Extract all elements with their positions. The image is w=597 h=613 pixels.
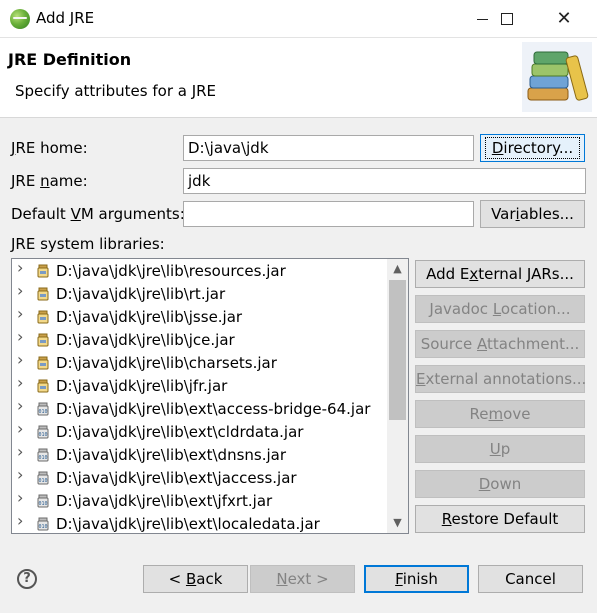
chevron-right-icon[interactable]: › [17,467,23,483]
jre-home-field[interactable]: D:\java\jdk [183,135,474,161]
jre-name-label: JRE name: [11,172,88,190]
chevron-right-icon[interactable]: › [17,421,23,437]
chevron-right-icon[interactable]: › [17,490,23,506]
jar-icon [37,264,49,278]
library-row[interactable]: › D:\java\jdk\jre\lib\jfr.jar [12,375,386,398]
title-bar: Add JRE ✕ [0,0,597,38]
jre-name-field[interactable]: jdk [183,168,586,194]
chevron-right-icon[interactable]: › [17,329,23,345]
library-path: D:\java\jdk\jre\lib\rt.jar [56,285,226,303]
jar-icon [37,356,49,370]
binary-jar-icon: 010 [37,494,49,508]
wizard-banner: JRE Definition Specify attributes for a … [0,38,597,118]
help-icon[interactable]: ? [17,569,37,589]
close-button[interactable]: ✕ [541,0,587,38]
jar-icon [37,287,49,301]
library-row[interactable]: › D:\java\jdk\jre\lib\resources.jar [12,260,386,283]
svg-text:010: 010 [38,409,47,415]
library-path: D:\java\jdk\jre\lib\jce.jar [56,331,235,349]
chevron-right-icon[interactable]: › [17,260,23,276]
library-books-icon [522,42,592,112]
page-title: JRE Definition [8,50,132,69]
chevron-right-icon[interactable]: › [17,513,23,529]
library-row[interactable]: › 010 D:\java\jdk\jre\lib\ext\dnsns.jar [12,444,386,467]
library-path: D:\java\jdk\jre\lib\ext\cldrdata.jar [56,423,304,441]
binary-jar-icon: 010 [37,517,49,531]
chevron-right-icon[interactable]: › [17,283,23,299]
variables-button[interactable]: Variables... [480,200,585,228]
add-external-jars-button[interactable]: Add External JARs... [415,260,585,288]
library-path: D:\java\jdk\jre\lib\ext\jaccess.jar [56,469,297,487]
svg-text:010: 010 [38,501,47,507]
javadoc-location-button[interactable]: Javadoc Location... [415,295,585,323]
chevron-right-icon[interactable]: › [17,375,23,391]
jar-icon [37,310,49,324]
library-tree[interactable]: › D:\java\jdk\jre\lib\resources.jar › D:\ja… [11,258,409,534]
jar-icon [37,333,49,347]
scroll-up-icon[interactable]: ▲ [387,259,408,279]
binary-jar-icon: 010 [37,425,49,439]
down-button[interactable]: Down [415,470,585,498]
chevron-right-icon[interactable]: › [17,352,23,368]
cancel-button[interactable]: Cancel [478,565,583,593]
library-row[interactable]: › 010 D:\java\jdk\jre\lib\ext\jaccess.jar [12,467,386,490]
library-path: D:\java\jdk\jre\lib\resources.jar [56,262,286,280]
library-path: D:\java\jdk\jre\lib\charsets.jar [56,354,277,372]
library-row[interactable]: › D:\java\jdk\jre\lib\jce.jar [12,329,386,352]
library-path: D:\java\jdk\jre\lib\jfr.jar [56,377,228,395]
chevron-right-icon[interactable]: › [17,398,23,414]
window-title: Add JRE [36,9,95,27]
chevron-right-icon[interactable]: › [17,444,23,460]
scroll-thumb[interactable] [389,280,406,420]
maximize-icon [501,13,513,25]
library-path: D:\java\jdk\jre\lib\ext\jfxrt.jar [56,492,273,510]
external-annotations-button[interactable]: External annotations... [415,365,586,393]
jar-icon [37,379,49,393]
library-row[interactable]: › 010 D:\java\jdk\jre\lib\ext\localedata.j… [12,513,386,534]
library-path: D:\java\jdk\jre\lib\jsse.jar [56,308,243,326]
source-attachment-button[interactable]: Source Attachment... [415,330,585,358]
back-button[interactable]: < Back [143,565,248,593]
jre-home-label: JRE home: [11,139,88,157]
binary-jar-icon: 010 [37,471,49,485]
directory-button[interactable]: Directory... [480,134,585,162]
next-button[interactable]: Next > [250,565,355,593]
restore-default-button[interactable]: Restore Default [415,505,585,533]
eclipse-icon [10,9,30,29]
library-row[interactable]: › D:\java\jdk\jre\lib\charsets.jar [12,352,386,375]
svg-text:010: 010 [38,432,47,438]
library-row[interactable]: › D:\java\jdk\jre\lib\jsse.jar [12,306,386,329]
chevron-right-icon[interactable]: › [17,306,23,322]
library-row[interactable]: › 010 D:\java\jdk\jre\lib\ext\jfxrt.jar [12,490,386,513]
close-icon: ✕ [556,8,572,29]
svg-text:010: 010 [38,478,47,484]
library-path: D:\java\jdk\jre\lib\ext\localedata.jar [56,515,320,533]
library-row[interactable]: › 010 D:\java\jdk\jre\lib\ext\cldrdata.jar [12,421,386,444]
vm-arguments-label: Default VM arguments: [11,205,185,223]
up-button[interactable]: Up [415,435,585,463]
binary-jar-icon: 010 [37,448,49,462]
libraries-label: JRE system libraries: [11,235,165,253]
vertical-scrollbar[interactable]: ▲ ▼ [387,259,408,533]
remove-button[interactable]: Remove [415,400,585,428]
library-path: D:\java\jdk\jre\lib\ext\dnsns.jar [56,446,287,464]
page-description: Specify attributes for a JRE [15,82,217,100]
svg-text:010: 010 [38,455,47,461]
library-row[interactable]: › D:\java\jdk\jre\lib\rt.jar [12,283,386,306]
svg-text:010: 010 [38,524,47,530]
binary-jar-icon: 010 [37,402,49,416]
finish-button[interactable]: Finish [364,565,469,593]
scroll-down-icon[interactable]: ▼ [387,513,408,533]
maximize-button[interactable] [484,0,530,38]
library-path: D:\java\jdk\jre\lib\ext\access-bridge-64… [56,400,371,418]
library-row[interactable]: › 010 D:\java\jdk\jre\lib\ext\access-bridg… [12,398,386,421]
vm-arguments-field[interactable] [183,201,474,227]
